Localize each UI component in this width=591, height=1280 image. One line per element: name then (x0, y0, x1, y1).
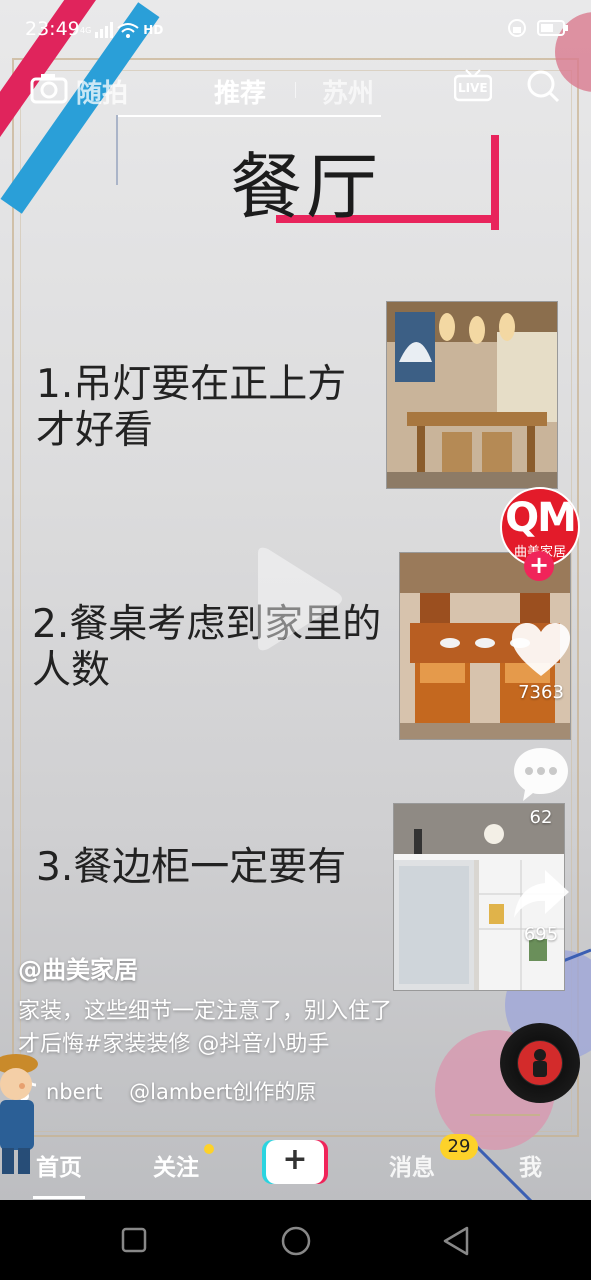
status-bar: 23:49 4G HD (0, 0, 591, 60)
post-caption: 家装，这些细节一定注意了，别入住了 才后悔#家装装修 @抖音小助手 (18, 995, 458, 1061)
tab-city[interactable]: 苏州 (322, 73, 374, 110)
battery-icon (537, 20, 568, 36)
follow-plus-button[interactable]: + (524, 551, 554, 581)
caption-line-1: 家装，这些细节一定注意了，别入住了 (18, 999, 393, 1024)
live-button[interactable]: LIVE (453, 68, 493, 102)
camera-icon[interactable] (30, 72, 68, 104)
lock-rotation-icon (508, 19, 526, 37)
messages-badge: 29 (440, 1134, 478, 1160)
video-feed[interactable]: 餐厅 1.吊灯要在正上方 才好看 2.餐桌考虑到家里的 人数 3.餐边柜一定要有… (0, 0, 591, 1200)
like-count: 7363 (518, 682, 564, 703)
recent-apps-icon[interactable] (121, 1227, 149, 1255)
music-info[interactable]: nbert @lambert创作的原 (18, 1076, 316, 1106)
share-count: 695 (523, 924, 559, 945)
tip-1-line2: 才好看 (36, 408, 154, 453)
author-avatar[interactable]: QM 曲美家居 + (500, 487, 580, 581)
music-disc[interactable] (500, 1023, 580, 1103)
bottom-tab-bar: 首页 关注 + 消息 29 我 (0, 1134, 591, 1200)
tab-home-indicator (33, 1196, 85, 1199)
wifi-icon (117, 23, 139, 38)
tab-random-shoot[interactable]: 随拍 (76, 73, 128, 110)
top-nav: 随拍 推荐 苏州 LIVE (0, 60, 591, 116)
create-button[interactable]: + (262, 1140, 328, 1184)
status-signal-group: 4G HD (80, 22, 163, 38)
tab-following[interactable]: 关注 (153, 1148, 199, 1182)
tab-recommend[interactable]: 推荐 (214, 73, 266, 110)
tab-home[interactable]: 首页 (36, 1148, 82, 1182)
network-label: 4G (80, 25, 92, 35)
caption-line-2[interactable]: 才后悔#家装装修 @抖音小助手 (18, 1028, 458, 1061)
share-button[interactable]: 695 (505, 868, 577, 945)
author-handle[interactable]: @曲美家居 (18, 950, 138, 985)
slide-title: 餐厅 (230, 145, 383, 229)
create-plus-label: + (282, 1142, 308, 1177)
follow-dot-badge (204, 1144, 214, 1154)
dining-room-photo-1 (386, 301, 558, 489)
like-button[interactable]: 7363 (505, 622, 577, 703)
signal-icon (95, 22, 114, 38)
comment-button[interactable]: 62 (505, 745, 577, 828)
tip-3-line1: 3.餐边柜一定要有 (36, 845, 347, 890)
live-label: LIVE (458, 81, 488, 95)
back-triangle-icon[interactable] (441, 1225, 471, 1257)
music-title: nbert @lambert创作的原 (46, 1080, 317, 1104)
play-icon[interactable] (250, 545, 350, 655)
android-nav-bar (0, 1200, 591, 1280)
hd-label: HD (143, 23, 164, 37)
heart-icon (512, 623, 570, 676)
home-circle-icon[interactable] (280, 1225, 312, 1257)
comment-count: 62 (529, 807, 553, 828)
search-icon[interactable] (525, 68, 561, 104)
tip-1-line1: 1.吊灯要在正上方 (36, 362, 347, 407)
tip-3: 3.餐边柜一定要有 (36, 845, 346, 891)
avatar-logo-text: QM (505, 495, 577, 541)
music-disc-cover (518, 1041, 562, 1085)
share-icon (514, 870, 569, 918)
tab-me[interactable]: 我 (519, 1148, 542, 1182)
status-time: 23:49 (25, 18, 80, 40)
comment-icon (514, 748, 568, 801)
tip-1: 1.吊灯要在正上方 才好看 (36, 362, 346, 454)
tab-messages[interactable]: 消息 (389, 1148, 435, 1182)
tab-divider (295, 82, 296, 98)
status-right-group (507, 18, 569, 38)
